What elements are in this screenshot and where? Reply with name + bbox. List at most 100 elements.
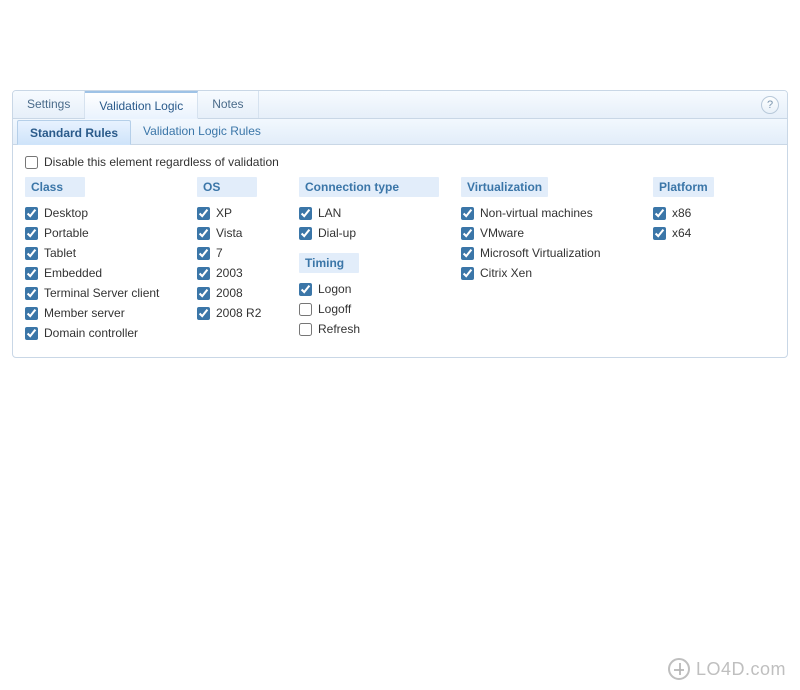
virtualization-items: Non-virtual machines VMware Microsoft Virt… xyxy=(461,203,631,283)
checkbox[interactable] xyxy=(197,207,210,220)
checkbox[interactable] xyxy=(25,247,38,260)
list-item: Non-virtual machines xyxy=(461,203,631,223)
list-item: Terminal Server client xyxy=(25,283,175,303)
platform-items: x86x64 xyxy=(653,203,733,243)
tab-settings[interactable]: Settings xyxy=(13,91,85,118)
checkbox[interactable] xyxy=(299,227,312,240)
item-label: 2008 R2 xyxy=(216,306,261,320)
item-label: Vista xyxy=(216,226,242,240)
globe-icon xyxy=(668,658,690,680)
item-label: Microsoft Virtualization xyxy=(480,246,601,260)
list-item: x64 xyxy=(653,223,733,243)
item-label: Logoff xyxy=(318,302,351,316)
item-label: Domain controller xyxy=(44,326,138,340)
header-timing: Timing xyxy=(299,253,359,273)
checkbox[interactable] xyxy=(299,207,312,220)
item-label: Logon xyxy=(318,282,351,296)
os-items: XP Vista 7 2003 2008 2008 R2 xyxy=(197,203,277,323)
item-label: Citrix Xen xyxy=(480,266,532,280)
subtab-validation-logic-rules[interactable]: Validation Logic Rules xyxy=(131,119,273,144)
list-item: Domain controller xyxy=(25,323,175,343)
header-connection-type: Connection type xyxy=(299,177,439,197)
checkbox[interactable] xyxy=(25,307,38,320)
list-item: XP xyxy=(197,203,277,223)
checkbox[interactable] xyxy=(25,207,38,220)
item-label: Refresh xyxy=(318,322,360,336)
list-item: Embedded xyxy=(25,263,175,283)
checkbox[interactable] xyxy=(25,267,38,280)
panel-body: Disable this element regardless of valid… xyxy=(13,145,787,357)
item-label: LAN xyxy=(318,206,341,220)
item-label: Portable xyxy=(44,226,89,240)
checkbox[interactable] xyxy=(25,287,38,300)
list-item: Citrix Xen xyxy=(461,263,631,283)
item-label: Member server xyxy=(44,306,125,320)
checkbox[interactable] xyxy=(25,327,38,340)
item-label: Tablet xyxy=(44,246,76,260)
header-os: OS xyxy=(197,177,257,197)
checkbox[interactable] xyxy=(461,227,474,240)
checkbox[interactable] xyxy=(197,287,210,300)
header-virtualization: Virtualization xyxy=(461,177,548,197)
item-label: VMware xyxy=(480,226,524,240)
list-item: Logoff xyxy=(299,299,439,319)
list-item: 2008 R2 xyxy=(197,303,277,323)
disable-element-row: Disable this element regardless of valid… xyxy=(25,155,775,169)
connection-items: LAN Dial-up xyxy=(299,203,439,243)
checkbox[interactable] xyxy=(461,267,474,280)
list-item: Microsoft Virtualization xyxy=(461,243,631,263)
item-label: Embedded xyxy=(44,266,102,280)
main-tabbar: Settings Validation Logic Notes ? xyxy=(13,91,787,119)
header-class: Class xyxy=(25,177,85,197)
watermark: LO4D.com xyxy=(668,658,786,680)
disable-element-label: Disable this element regardless of valid… xyxy=(44,155,279,169)
item-label: 2008 xyxy=(216,286,243,300)
checkbox[interactable] xyxy=(299,303,312,316)
checkbox[interactable] xyxy=(653,207,666,220)
tab-notes[interactable]: Notes xyxy=(198,91,258,118)
list-item: LAN xyxy=(299,203,439,223)
column-connection-and-timing: Connection type LANDial-up Timing LogonL… xyxy=(299,177,439,339)
checkbox[interactable] xyxy=(197,267,210,280)
list-item: Dial-up xyxy=(299,223,439,243)
item-label: Non-virtual machines xyxy=(480,206,593,220)
item-label: 2003 xyxy=(216,266,243,280)
sub-tabbar: Standard Rules Validation Logic Rules xyxy=(13,119,787,145)
checkbox[interactable] xyxy=(461,247,474,260)
list-item: Portable xyxy=(25,223,175,243)
timing-items: Logon Logoff Refresh xyxy=(299,279,439,339)
help-icon[interactable]: ? xyxy=(761,96,779,114)
class-items: Desktop Portable Tablet Embedded Terminal Se… xyxy=(25,203,175,343)
column-platform: Platform x86x64 xyxy=(653,177,733,243)
item-label: Desktop xyxy=(44,206,88,220)
checkbox[interactable] xyxy=(197,307,210,320)
checkbox[interactable] xyxy=(461,207,474,220)
item-label: 7 xyxy=(216,246,223,260)
watermark-text: LO4D.com xyxy=(696,659,786,680)
checkbox[interactable] xyxy=(299,283,312,296)
header-platform: Platform xyxy=(653,177,714,197)
item-label: Terminal Server client xyxy=(44,286,159,300)
subtab-standard-rules[interactable]: Standard Rules xyxy=(17,120,131,145)
validation-panel: Settings Validation Logic Notes ? Standa… xyxy=(12,90,788,358)
item-label: XP xyxy=(216,206,232,220)
checkbox[interactable] xyxy=(653,227,666,240)
list-item: Logon xyxy=(299,279,439,299)
list-item: 2008 xyxy=(197,283,277,303)
tab-validation-logic[interactable]: Validation Logic xyxy=(85,91,198,119)
column-os: OS XP Vista 7 2003 2008 2008 R2 xyxy=(197,177,277,323)
list-item: 7 xyxy=(197,243,277,263)
rules-columns: Class Desktop Portable Tablet Embedded Termi… xyxy=(25,177,775,343)
disable-element-checkbox[interactable] xyxy=(25,156,38,169)
checkbox[interactable] xyxy=(197,247,210,260)
checkbox[interactable] xyxy=(25,227,38,240)
column-virtualization: Virtualization Non-virtual machines VMwar… xyxy=(461,177,631,283)
list-item: VMware xyxy=(461,223,631,243)
checkbox[interactable] xyxy=(197,227,210,240)
list-item: 2003 xyxy=(197,263,277,283)
checkbox[interactable] xyxy=(299,323,312,336)
list-item: Vista xyxy=(197,223,277,243)
column-class: Class Desktop Portable Tablet Embedded Termi… xyxy=(25,177,175,343)
list-item: Tablet xyxy=(25,243,175,263)
list-item: Refresh xyxy=(299,319,439,339)
